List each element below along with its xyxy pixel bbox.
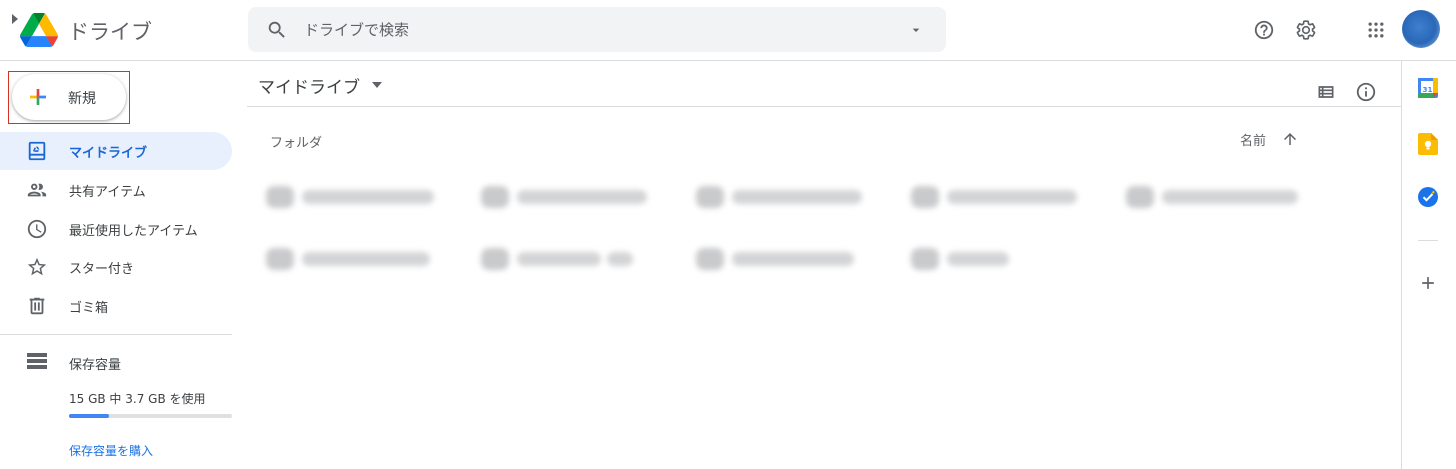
folder-name-redacted <box>302 190 434 204</box>
page-title[interactable]: マイドライブ <box>258 73 360 98</box>
google-drive-logo[interactable] <box>20 13 58 47</box>
folder-icon <box>1126 186 1154 208</box>
folder-name-redacted <box>947 252 1009 266</box>
search-icon[interactable] <box>266 19 288 41</box>
apps-grid-icon <box>1368 22 1384 38</box>
folder-icon <box>481 248 509 270</box>
sidebar-item-shared[interactable]: 共有アイテム <box>0 171 232 209</box>
folder-item[interactable] <box>266 180 436 212</box>
settings-button[interactable] <box>1286 10 1326 50</box>
folder-item[interactable] <box>911 242 1081 274</box>
expand-caret-icon[interactable] <box>11 14 19 24</box>
help-button[interactable] <box>1244 10 1284 50</box>
chevron-down-icon[interactable] <box>372 82 382 88</box>
sidebar-item-label: マイドライブ <box>69 146 148 161</box>
calendar-day-text: 31 <box>1423 86 1433 94</box>
folder-name-redacted <box>732 252 854 266</box>
storage-label[interactable]: 保存容量 <box>69 354 121 373</box>
folder-item[interactable] <box>696 242 866 274</box>
help-icon <box>1254 20 1274 40</box>
sidebar-item-recent[interactable]: 最近使用したアイテム <box>0 210 232 248</box>
new-button-highlight <box>8 71 130 124</box>
arrow-up-icon[interactable] <box>1281 130 1299 148</box>
sidebar-item-label: 最近使用したアイテム <box>69 224 198 239</box>
my-drive-icon <box>28 141 46 161</box>
sidebar-item-my-drive[interactable]: マイドライブ <box>0 132 232 170</box>
info-icon <box>1356 82 1376 102</box>
folder-name-redacted <box>517 190 647 204</box>
folder-item[interactable] <box>1126 180 1298 212</box>
folder-name-redacted <box>517 252 601 266</box>
side-panel-border <box>1401 60 1402 469</box>
keep-icon[interactable] <box>1418 133 1438 155</box>
folder-icon <box>911 248 939 270</box>
trash-icon <box>29 297 45 315</box>
folder-icon <box>696 248 724 270</box>
rail-divider <box>1418 240 1438 241</box>
calendar-icon[interactable]: 31 <box>1418 78 1438 98</box>
folder-item[interactable] <box>481 180 651 212</box>
settings-icon <box>1296 20 1316 40</box>
account-avatar[interactable] <box>1402 10 1440 48</box>
folder-name-redacted <box>947 190 1077 204</box>
search-options-icon[interactable] <box>908 22 924 38</box>
list-view-icon <box>1318 86 1334 98</box>
folder-item[interactable] <box>481 242 651 274</box>
shared-icon <box>27 183 47 197</box>
sidebar-item-trash[interactable]: ゴミ箱 <box>0 287 232 325</box>
folder-name-redacted <box>607 252 633 266</box>
folder-icon <box>696 186 724 208</box>
tasks-icon[interactable] <box>1418 187 1438 207</box>
app-title: ドライブ <box>68 20 152 44</box>
folder-item[interactable] <box>266 242 436 274</box>
folder-name-redacted <box>302 252 430 266</box>
folder-name-redacted <box>1162 190 1298 204</box>
apps-button[interactable] <box>1356 10 1396 50</box>
recent-icon <box>27 219 47 239</box>
folder-icon <box>266 186 294 208</box>
folder-icon <box>266 248 294 270</box>
content-divider <box>247 106 1401 107</box>
folder-icon <box>481 186 509 208</box>
sidebar-divider <box>0 334 232 335</box>
folder-name-redacted <box>732 190 862 204</box>
storage-usage-bar <box>69 414 232 418</box>
sidebar-item-label: スター付き <box>69 262 135 277</box>
buy-storage-link[interactable]: 保存容量を購入 <box>69 442 153 459</box>
search-bar[interactable] <box>248 7 946 52</box>
section-label-folders: フォルダ <box>270 136 323 151</box>
folder-item[interactable] <box>696 180 866 212</box>
search-input[interactable] <box>304 7 864 52</box>
folder-item[interactable] <box>911 180 1081 212</box>
storage-usage-text: 15 GB 中 3.7 GB を使用 <box>69 392 206 406</box>
sort-by-name[interactable]: 名前 <box>1240 130 1266 149</box>
star-icon <box>27 257 47 276</box>
sidebar-item-label: 共有アイテム <box>69 185 146 200</box>
add-addon-icon[interactable] <box>1418 273 1438 293</box>
sidebar-item-starred[interactable]: スター付き <box>0 248 232 286</box>
storage-icon <box>27 353 47 369</box>
storage-usage-fill <box>69 414 110 418</box>
folder-icon <box>911 186 939 208</box>
sidebar-item-label: ゴミ箱 <box>69 301 109 316</box>
